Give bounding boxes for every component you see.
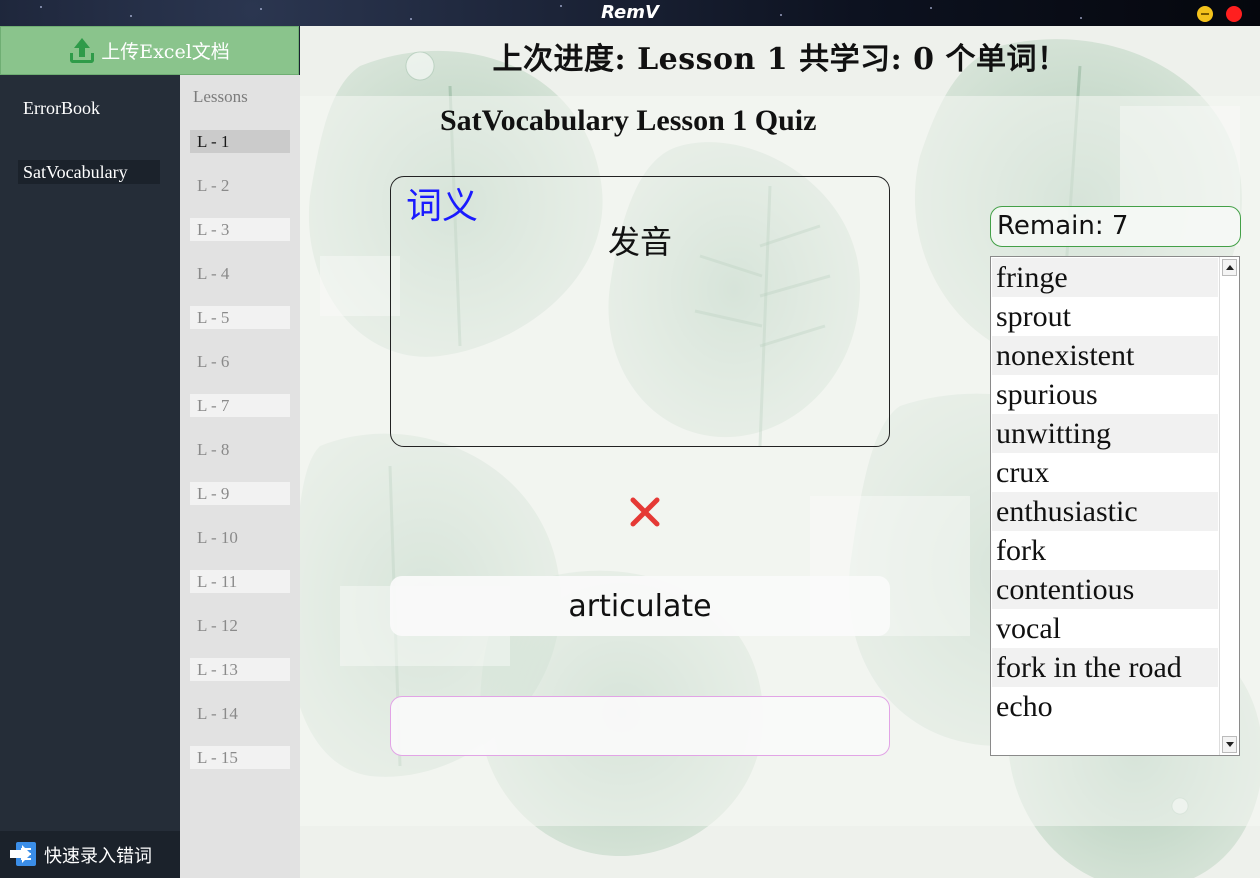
quiz-panel: 上次进度: Lesson 1 共学习: 0 个单词！ SatVocabulary… bbox=[300, 26, 1260, 878]
upload-excel-label: 上传Excel文档 bbox=[101, 41, 230, 63]
lesson-item[interactable]: L - 15 bbox=[190, 746, 290, 769]
answer-display: articulate bbox=[390, 576, 890, 636]
lesson-item[interactable]: L - 2 bbox=[190, 174, 290, 197]
lesson-item[interactable]: L - 10 bbox=[190, 526, 290, 549]
word-list-item[interactable]: nonexistent bbox=[992, 336, 1218, 375]
lessons-list: Lessons L - 1 L - 2 L - 3 L - 4 L - 5 L - 6 L … bbox=[180, 75, 300, 878]
word-card: 词义 发音 bbox=[390, 176, 890, 447]
word-list-item[interactable]: vocal bbox=[992, 609, 1218, 648]
import-icon bbox=[10, 841, 38, 868]
lesson-item[interactable]: L - 5 bbox=[190, 306, 290, 329]
wrong-x-icon bbox=[630, 497, 660, 527]
word-list-item[interactable]: unwitting bbox=[992, 414, 1218, 453]
meaning-label[interactable]: 词义 bbox=[406, 177, 478, 229]
pronunciation-label[interactable]: 发音 bbox=[608, 217, 672, 263]
lesson-item[interactable]: L - 9 bbox=[190, 482, 290, 505]
close-button[interactable] bbox=[1226, 6, 1242, 22]
title-bar: RemV bbox=[0, 0, 1260, 26]
scroll-up-arrow-icon[interactable] bbox=[1222, 259, 1237, 276]
word-list-item[interactable]: echo bbox=[992, 687, 1218, 726]
upload-icon bbox=[69, 37, 95, 64]
word-list-item[interactable]: fork bbox=[992, 531, 1218, 570]
app-title: RemV bbox=[601, 2, 659, 23]
lesson-item[interactable]: L - 6 bbox=[190, 350, 290, 373]
sidebar-item-errorbook[interactable]: ErrorBook bbox=[18, 96, 105, 120]
word-list-item[interactable]: contentious bbox=[992, 570, 1218, 609]
answer-input[interactable] bbox=[390, 696, 890, 756]
quiz-title: SatVocabulary Lesson 1 Quiz bbox=[440, 104, 817, 137]
lesson-item[interactable]: L - 14 bbox=[190, 702, 290, 725]
word-list-item[interactable]: crux bbox=[992, 453, 1218, 492]
quick-entry-label: 快速录入错词 bbox=[44, 845, 152, 867]
lesson-item[interactable]: L - 7 bbox=[190, 394, 290, 417]
minimize-button[interactable] bbox=[1197, 6, 1213, 22]
upload-excel-button[interactable]: 上传Excel文档 bbox=[0, 26, 299, 75]
sidebar-item-satvocabulary[interactable]: SatVocabulary bbox=[18, 160, 160, 184]
word-list-item[interactable]: fork in the road bbox=[992, 648, 1218, 687]
remaining-word-list[interactable]: fringe sprout nonexistent spurious unwitting… bbox=[990, 256, 1240, 756]
lesson-item[interactable]: L - 3 bbox=[190, 218, 290, 241]
lesson-item[interactable]: L - 8 bbox=[190, 438, 290, 461]
lesson-item[interactable]: L - 11 bbox=[190, 570, 290, 593]
lesson-item[interactable]: L - 12 bbox=[190, 614, 290, 637]
sidebar: 上传Excel文档 ErrorBook SatVocabulary 快速录入错词 bbox=[0, 26, 299, 878]
lesson-item[interactable]: L - 13 bbox=[190, 658, 290, 681]
word-list-item[interactable]: sprout bbox=[992, 297, 1218, 336]
scroll-thumb[interactable] bbox=[1223, 281, 1236, 729]
word-list-item[interactable]: fringe bbox=[992, 258, 1218, 297]
remain-counter: Remain: 7 bbox=[990, 206, 1241, 247]
word-list-scrollbar[interactable] bbox=[1219, 257, 1239, 755]
scroll-down-arrow-icon[interactable] bbox=[1222, 736, 1237, 753]
lesson-item[interactable]: L - 1 bbox=[190, 130, 290, 153]
word-list-item[interactable]: enthusiastic bbox=[992, 492, 1218, 531]
word-list-item[interactable]: spurious bbox=[992, 375, 1218, 414]
lesson-item[interactable]: L - 4 bbox=[190, 262, 290, 285]
quick-entry-button[interactable]: 快速录入错词 bbox=[0, 831, 180, 878]
lessons-header: Lessons bbox=[193, 87, 248, 106]
progress-title: 上次进度: Lesson 1 共学习: 0 个单词！ bbox=[492, 42, 1068, 77]
